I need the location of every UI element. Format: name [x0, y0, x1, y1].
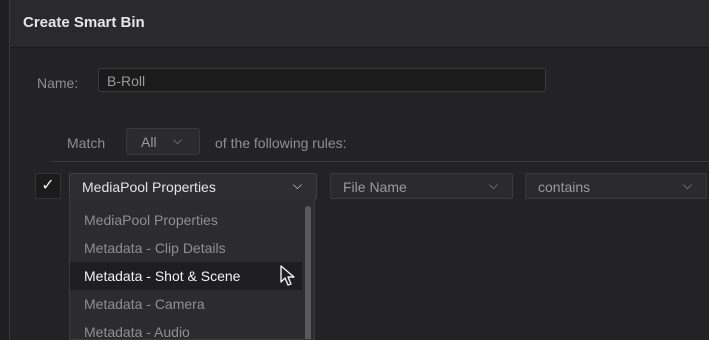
rule-property-value: MediaPool Properties: [82, 179, 216, 195]
rule-field-value: File Name: [343, 179, 407, 195]
rules-label: of the following rules:: [215, 135, 347, 151]
dialog-title: Create Smart Bin: [23, 14, 145, 31]
checkmark-icon: ✓: [41, 177, 55, 194]
match-select-value: All: [141, 134, 157, 150]
chevron-down-icon: ⌵: [682, 178, 692, 192]
menu-item-camera[interactable]: Metadata - Camera: [70, 290, 302, 318]
menu-item-shot-scene[interactable]: Metadata - Shot & Scene: [70, 262, 302, 290]
menu-item-clip-details[interactable]: Metadata - Clip Details: [70, 234, 302, 262]
divider: [51, 161, 709, 162]
create-smart-bin-dialog: Create Smart Bin Name: B-Roll Match All …: [9, 0, 709, 340]
rule-enabled-checkbox[interactable]: ✓: [35, 173, 61, 199]
rule-operator-select[interactable]: contains ⌵: [525, 173, 707, 199]
chevron-down-icon: ⌵: [292, 178, 302, 192]
match-label: Match: [67, 135, 106, 151]
rule-operator-value: contains: [538, 179, 591, 195]
property-dropdown-menu: MediaPool Properties Metadata - Clip Det…: [69, 198, 315, 340]
menu-scrollbar[interactable]: [305, 206, 311, 339]
rule-property-select[interactable]: MediaPool Properties ⌵: [69, 173, 317, 199]
menu-item-mediapool-properties[interactable]: MediaPool Properties: [70, 206, 302, 234]
chevron-down-icon: ⌵: [488, 178, 498, 192]
name-input[interactable]: B-Roll: [98, 68, 546, 92]
rule-field-select[interactable]: File Name ⌵: [330, 173, 513, 199]
mouse-pointer-icon: [280, 265, 295, 286]
dialog-title-bar: Create Smart Bin: [10, 0, 709, 48]
match-select[interactable]: All ⌵: [126, 128, 200, 155]
chevron-down-icon: ⌵: [173, 133, 183, 147]
name-label: Name:: [37, 75, 79, 91]
menu-item-audio[interactable]: Metadata - Audio: [70, 318, 302, 339]
